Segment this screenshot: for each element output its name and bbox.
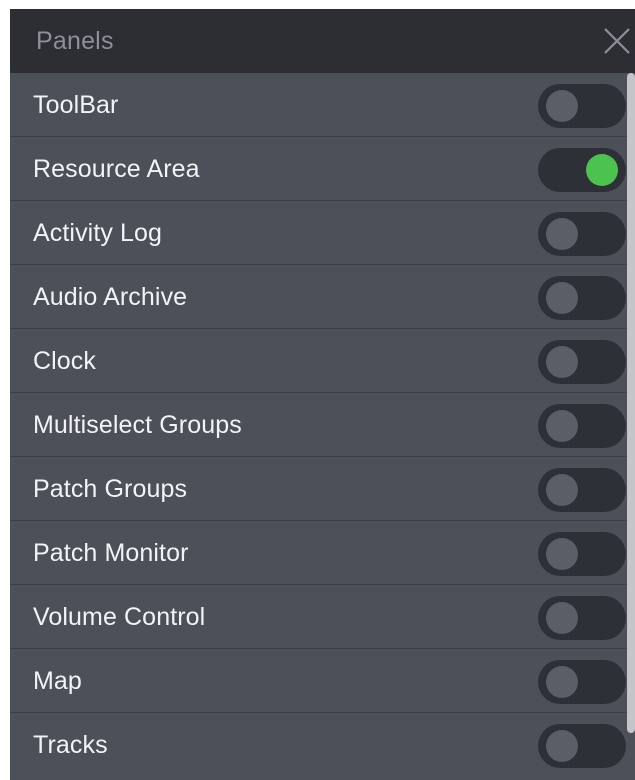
toggle-knob (546, 474, 578, 506)
list-item-tracks: Tracks (10, 713, 635, 777)
list-item-toolbar: ToolBar (10, 73, 635, 137)
list-item-resource-area: Resource Area (10, 137, 635, 201)
list-item-map: Map (10, 649, 635, 713)
list-item-patch-groups: Patch Groups (10, 457, 635, 521)
toggle-switch[interactable] (538, 84, 626, 128)
toggle-switch[interactable] (538, 660, 626, 704)
list-item-label: Clock (33, 347, 97, 375)
toggle-switch[interactable] (538, 724, 626, 768)
toggle-knob (546, 282, 578, 314)
list-item-label: ToolBar (33, 91, 119, 119)
toggle-knob (546, 730, 578, 762)
list-item-label: Resource Area (33, 155, 200, 183)
list-item-label: Multiselect Groups (33, 411, 242, 439)
toggle-knob (586, 154, 618, 186)
list-item-label: Activity Log (33, 219, 163, 247)
panel-list: ToolBar Resource Area Activity Log Audio… (10, 73, 635, 777)
list-item-clock: Clock (10, 329, 635, 393)
list-item-activity-log: Activity Log (10, 201, 635, 265)
toggle-switch[interactable] (538, 596, 626, 640)
toggle-switch[interactable] (538, 148, 626, 192)
list-item-label: Patch Groups (33, 475, 188, 503)
list-item-patch-monitor: Patch Monitor (10, 521, 635, 585)
list-item-label: Audio Archive (33, 283, 188, 311)
toggle-knob (546, 602, 578, 634)
close-button[interactable] (599, 23, 635, 59)
list-item-label: Patch Monitor (33, 539, 189, 567)
toggle-switch[interactable] (538, 404, 626, 448)
list-item-audio-archive: Audio Archive (10, 265, 635, 329)
list-item-volume-control: Volume Control (10, 585, 635, 649)
list-item-label: Volume Control (33, 603, 206, 631)
list-item-multiselect-groups: Multiselect Groups (10, 393, 635, 457)
scrollbar[interactable] (627, 73, 635, 733)
toggle-knob (546, 90, 578, 122)
toggle-knob (546, 410, 578, 442)
list-item-label: Map (33, 667, 82, 695)
toggle-knob (546, 346, 578, 378)
toggle-switch[interactable] (538, 532, 626, 576)
toggle-switch[interactable] (538, 212, 626, 256)
dialog-title: Panels (36, 27, 114, 55)
toggle-knob (546, 538, 578, 570)
close-icon (604, 28, 630, 54)
toggle-switch[interactable] (538, 468, 626, 512)
list-item-label: Tracks (33, 731, 108, 759)
toggle-switch[interactable] (538, 276, 626, 320)
title-bar: Panels (10, 9, 635, 73)
panels-dialog: Panels ToolBar Resource Area Activity Lo… (10, 9, 635, 780)
toggle-knob (546, 666, 578, 698)
toggle-switch[interactable] (538, 340, 626, 384)
toggle-knob (546, 218, 578, 250)
